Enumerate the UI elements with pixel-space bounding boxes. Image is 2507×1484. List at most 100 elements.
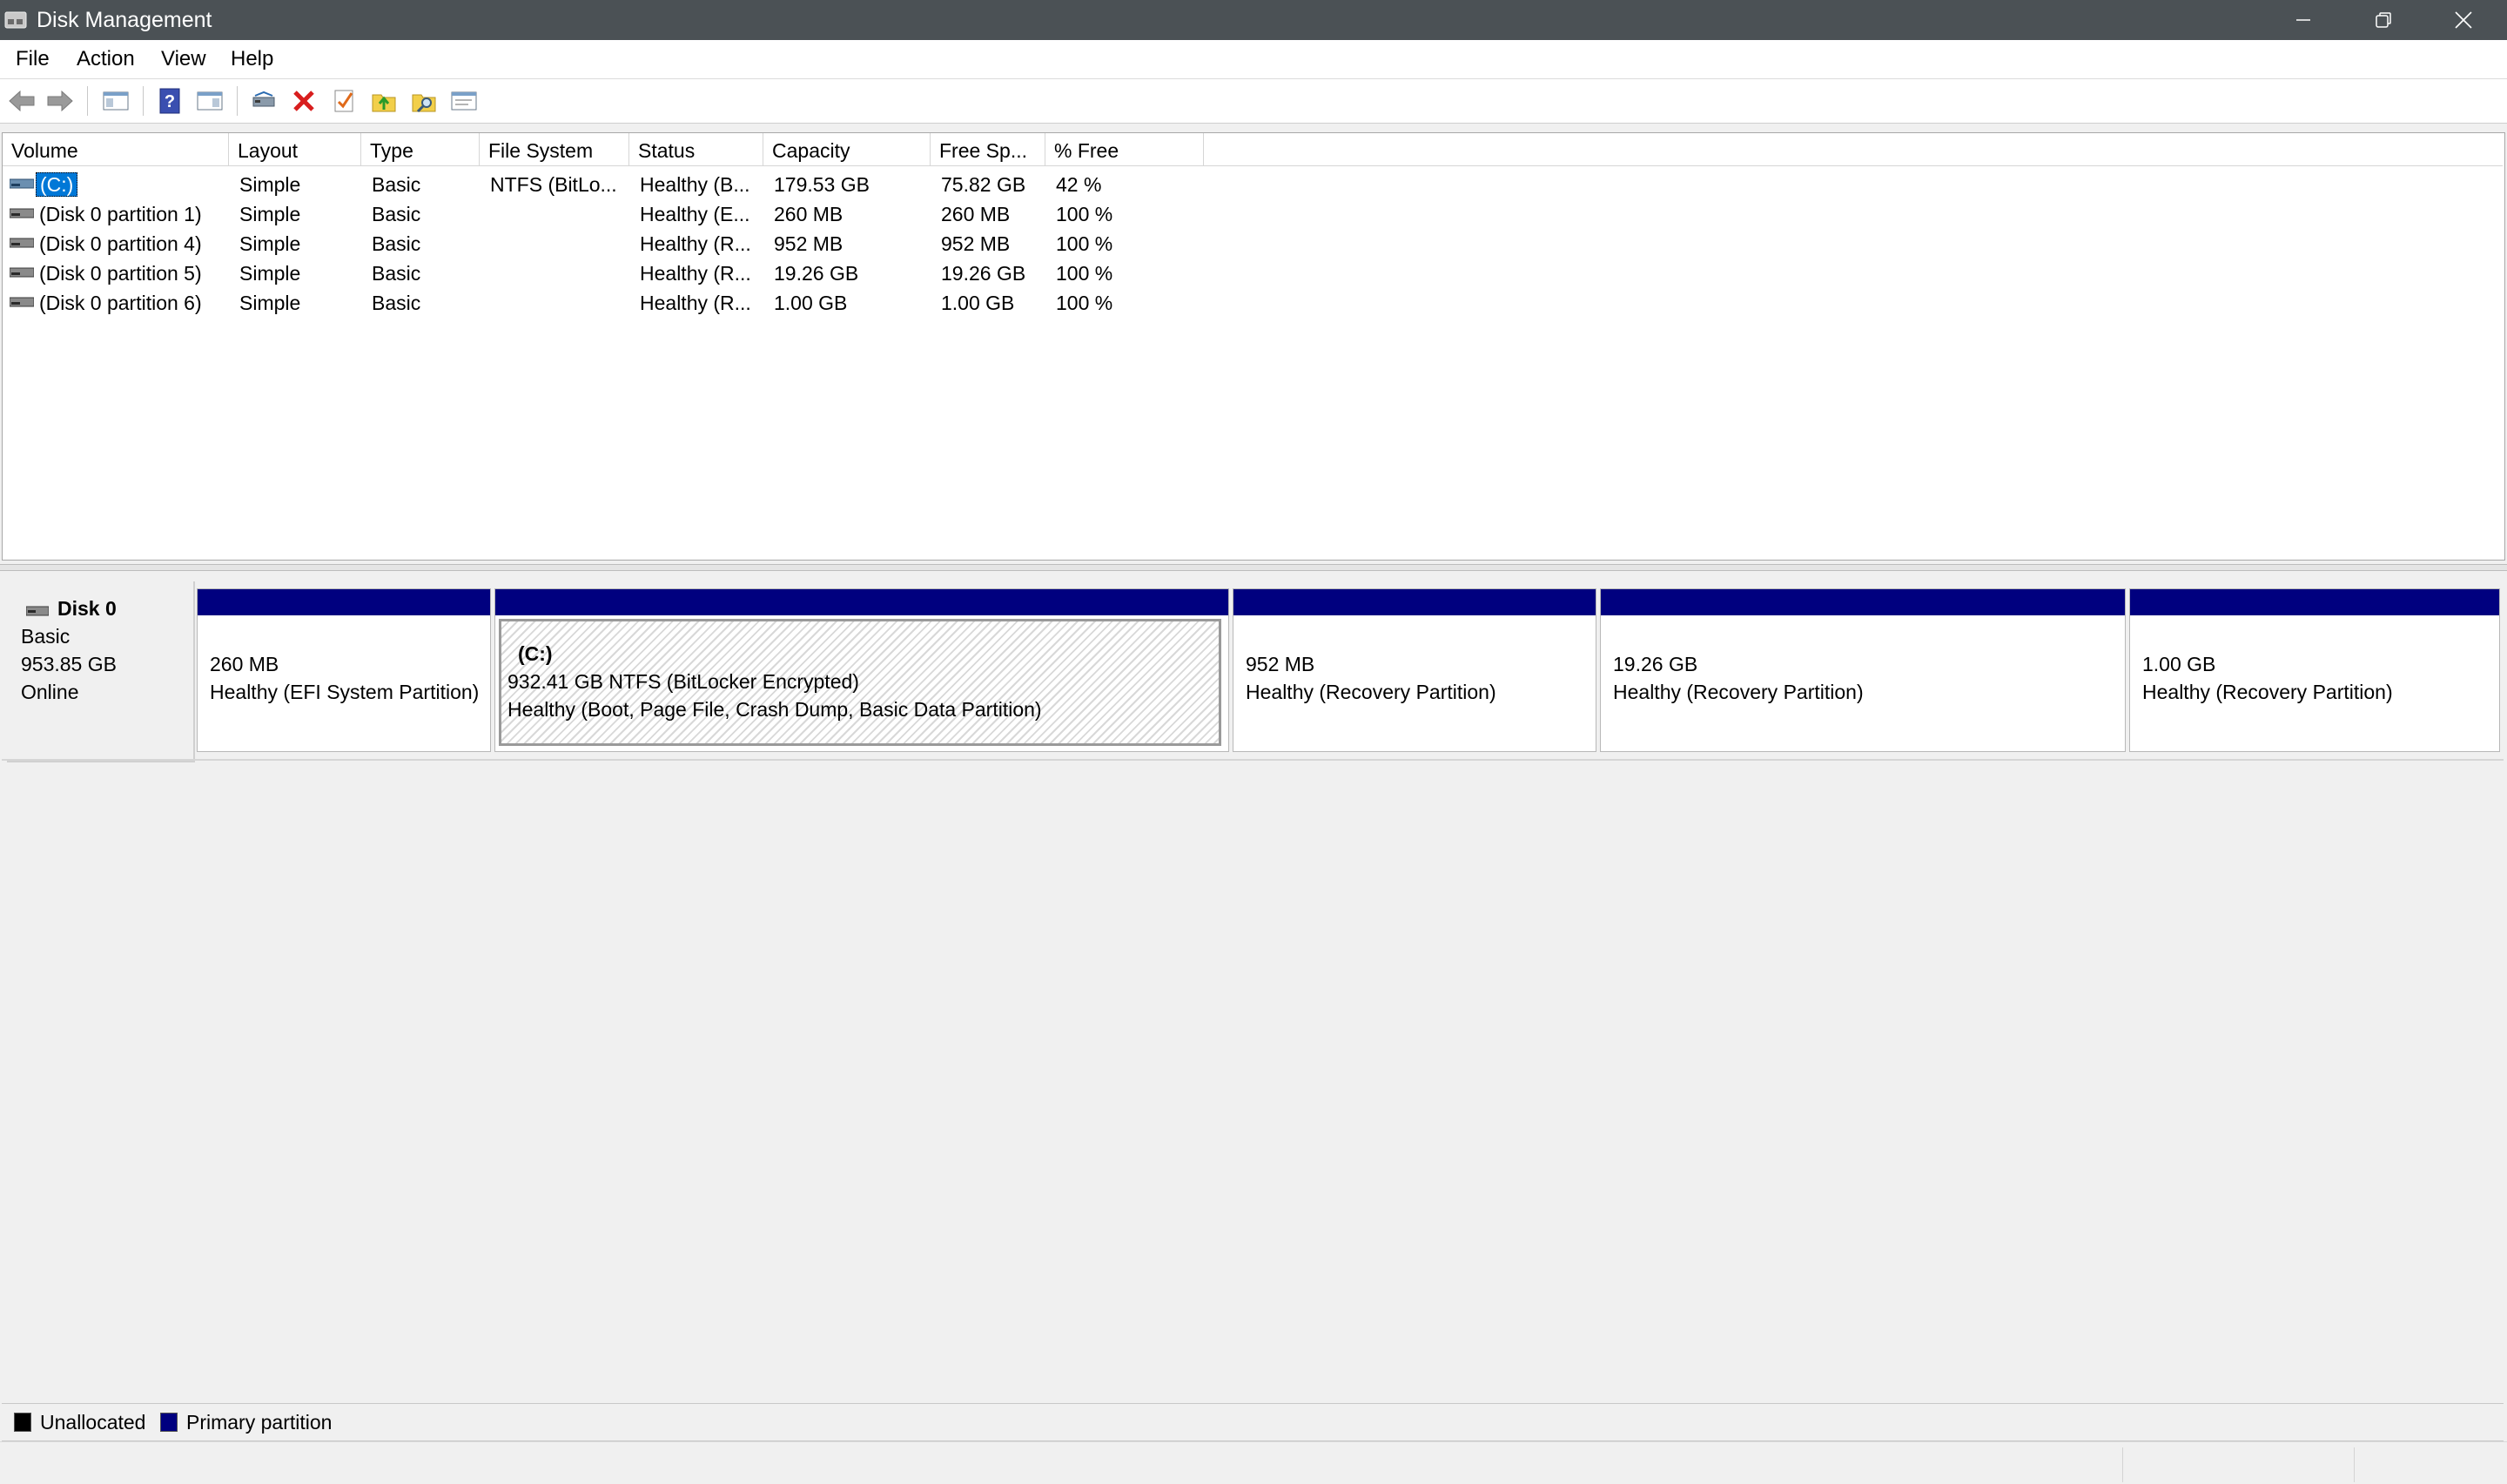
free-space-cell: 260 MB xyxy=(941,203,1011,225)
legend-primary-partition: Primary partition xyxy=(186,1411,333,1434)
partition-recovery-1[interactable]: 952 MB Healthy (Recovery Partition) xyxy=(1233,588,1596,752)
minimize-button[interactable] xyxy=(2263,0,2343,40)
disk-label-panel[interactable]: Disk 0 Basic 953.85 GB Online xyxy=(7,581,195,762)
free-space-cell: 19.26 GB xyxy=(941,262,1026,285)
type-cell: Basic xyxy=(372,262,421,285)
type-cell: Basic xyxy=(372,173,421,196)
help-icon: ? xyxy=(159,88,180,114)
partition-recovery-2[interactable]: 19.26 GB Healthy (Recovery Partition) xyxy=(1600,588,2126,752)
table-row[interactable]: (C:) Simple Basic NTFS (BitLo... Healthy… xyxy=(3,170,2503,199)
svg-text:?: ? xyxy=(165,92,175,111)
partition-label: (C:) xyxy=(518,642,553,665)
disk-row-divider xyxy=(2,759,2504,761)
properties-button[interactable] xyxy=(449,86,479,116)
partition-size: 952 MB xyxy=(1246,653,1315,675)
layout-cell: Simple xyxy=(239,203,301,225)
checklist-icon xyxy=(334,90,353,112)
column-header-layout[interactable]: Layout xyxy=(229,133,361,166)
status-bar-separator xyxy=(2354,1447,2355,1482)
column-header-status[interactable]: Status xyxy=(629,133,763,166)
rescan-disks-icon xyxy=(252,91,275,107)
close-button[interactable] xyxy=(2423,0,2504,40)
volume-name: (Disk 0 partition 6) xyxy=(39,292,202,314)
disk-name: Disk 0 xyxy=(57,597,117,620)
legend-bar: Unallocated Primary partition xyxy=(2,1403,2504,1441)
capacity-cell: 19.26 GB xyxy=(774,262,859,285)
disk-type: Basic xyxy=(21,625,71,648)
delete-button[interactable] xyxy=(289,86,319,116)
free-space-cell: 75.82 GB xyxy=(941,173,1026,196)
show-hide-console-tree-button[interactable] xyxy=(101,86,131,116)
minimize-icon xyxy=(2296,19,2310,21)
toolbar-separator xyxy=(143,86,144,116)
capacity-cell: 260 MB xyxy=(774,203,844,225)
window-title: Disk Management xyxy=(37,8,212,32)
delete-icon xyxy=(293,91,314,111)
column-header-volume[interactable]: Volume xyxy=(3,133,229,166)
layout-cell: Simple xyxy=(239,262,301,285)
primary-partition-bar xyxy=(2130,589,2499,615)
partition-status: Healthy (Recovery Partition) xyxy=(2142,681,2393,703)
status-bar xyxy=(0,1441,2507,1484)
import-button[interactable] xyxy=(369,86,399,116)
menu-file[interactable]: File xyxy=(16,47,50,71)
partition-status: Healthy (EFI System Partition) xyxy=(210,681,480,703)
column-header-percent-free[interactable]: % Free xyxy=(1045,133,1204,166)
volume-drive-icon xyxy=(10,297,34,307)
capacity-cell: 179.53 GB xyxy=(774,173,870,196)
partition-efi[interactable]: 260 MB Healthy (EFI System Partition) xyxy=(197,588,491,752)
menu-action[interactable]: Action xyxy=(77,47,135,71)
disk-drive-icon xyxy=(26,606,49,616)
type-cell: Basic xyxy=(372,203,421,225)
show-hide-action-pane-icon xyxy=(197,91,223,111)
restore-button[interactable] xyxy=(2343,0,2423,40)
partition-size: 1.00 GB xyxy=(2142,653,2216,675)
properties-icon xyxy=(451,91,477,111)
legend-unallocated: Unallocated xyxy=(40,1411,146,1434)
column-header-file-system[interactable]: File System xyxy=(480,133,629,166)
table-row[interactable]: (Disk 0 partition 6) Simple Basic Health… xyxy=(3,288,2503,318)
back-arrow-icon xyxy=(9,90,35,112)
column-header-type[interactable]: Type xyxy=(361,133,480,166)
disk-state: Online xyxy=(21,681,79,703)
menu-bar: File Action View Help xyxy=(0,40,2507,79)
primary-partition-bar xyxy=(1233,589,1596,615)
capacity-cell: 952 MB xyxy=(774,232,844,255)
primary-partition-bar xyxy=(1601,589,2125,615)
toolbar-separator xyxy=(87,86,88,116)
menu-help[interactable]: Help xyxy=(231,47,273,71)
table-row[interactable]: (Disk 0 partition 5) Simple Basic Health… xyxy=(3,259,2503,288)
search-folder-icon xyxy=(412,94,436,113)
volume-drive-icon xyxy=(10,238,34,248)
partition-size: 932.41 GB NTFS (BitLocker Encrypted) xyxy=(507,670,859,693)
percent-free-cell: 100 % xyxy=(1056,203,1113,225)
close-icon xyxy=(2455,11,2472,29)
partition-status-wrap: Healthy (Boot, Page File, Crash Dump, Ba… xyxy=(507,695,1042,723)
toolbar: ? xyxy=(0,79,2507,124)
partition-c-drive[interactable]: (C:) 932.41 GB NTFS (BitLocker Encrypted… xyxy=(494,588,1229,752)
table-row[interactable]: (Disk 0 partition 1) Simple Basic Health… xyxy=(3,199,2503,229)
column-header-capacity[interactable]: Capacity xyxy=(763,133,931,166)
show-hide-action-pane-button[interactable] xyxy=(195,86,225,116)
disk-management-app-icon xyxy=(4,11,27,29)
forward-button[interactable] xyxy=(45,86,75,116)
search-button[interactable] xyxy=(409,86,439,116)
volume-name: (C:) xyxy=(36,172,78,197)
menu-view[interactable]: View xyxy=(161,47,206,71)
status-cell: Healthy (R... xyxy=(640,262,751,285)
restore-icon xyxy=(2376,12,2391,28)
percent-free-cell: 42 % xyxy=(1056,173,1102,196)
column-header-free-space[interactable]: Free Sp... xyxy=(931,133,1045,166)
table-row[interactable]: (Disk 0 partition 4) Simple Basic Health… xyxy=(3,229,2503,259)
checklist-button[interactable] xyxy=(329,86,359,116)
status-cell: Healthy (B... xyxy=(640,173,750,196)
partition-recovery-3[interactable]: 1.00 GB Healthy (Recovery Partition) xyxy=(2129,588,2500,752)
volume-drive-icon xyxy=(10,178,34,189)
help-button[interactable]: ? xyxy=(155,86,185,116)
volume-name: (Disk 0 partition 4) xyxy=(39,232,202,255)
back-button[interactable] xyxy=(7,86,37,116)
pane-splitter[interactable] xyxy=(0,564,2507,571)
disk-size: 953.85 GB xyxy=(21,653,117,675)
type-cell: Basic xyxy=(372,292,421,314)
rescan-disks-button[interactable] xyxy=(249,86,279,116)
